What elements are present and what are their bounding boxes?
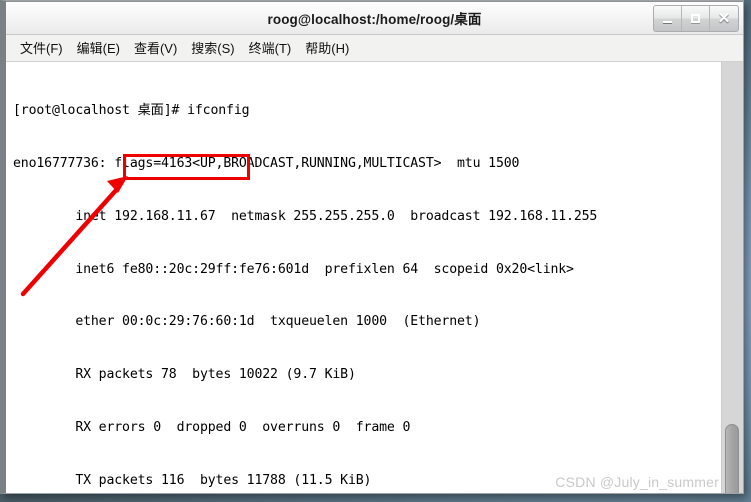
terminal-body[interactable]: [root@localhost 桌面]# ifconfig eno1677773… <box>6 62 743 493</box>
desktop-background: roog@localhost:/home/roog/桌面 ✕ 文件(F) 编辑(… <box>0 0 751 502</box>
terminal-line: eno16777736: flags=4163<UP,BROADCAST,RUN… <box>13 155 520 171</box>
maximize-button[interactable] <box>682 6 710 31</box>
terminal-line: RX packets 78 bytes 10022 (9.7 KiB) <box>13 367 356 383</box>
window-title: roog@localhost:/home/roog/桌面 <box>267 12 482 27</box>
terminal-line: ether 00:0c:29:76:60:1d txqueuelen 1000 … <box>13 314 481 330</box>
minimize-icon <box>663 21 672 23</box>
menu-item-edit[interactable]: 编辑(E) <box>72 36 129 60</box>
terminal-line: [root@localhost 桌面]# ifconfig <box>13 103 250 119</box>
terminal-line: inet6 fe80::20c:29ff:fe76:601d prefixlen… <box>13 261 574 277</box>
window-controls: ✕ <box>653 5 739 32</box>
close-button[interactable]: ✕ <box>710 6 738 31</box>
terminal-scrollbar[interactable] <box>721 62 743 493</box>
window-titlebar[interactable]: roog@localhost:/home/roog/桌面 ✕ <box>6 1 743 35</box>
close-icon: ✕ <box>717 10 731 27</box>
terminal-window: roog@localhost:/home/roog/桌面 ✕ 文件(F) 编辑(… <box>0 0 744 494</box>
menu-item-search[interactable]: 搜索(S) <box>186 36 243 60</box>
scrollbar-thumb[interactable] <box>725 424 739 493</box>
menubar: 文件(F) 编辑(E) 查看(V) 搜索(S) 终端(T) 帮助(H) <box>6 35 743 62</box>
minimize-button[interactable] <box>654 6 682 31</box>
terminal-line: RX errors 0 dropped 0 overruns 0 frame 0 <box>13 419 411 435</box>
menu-item-view[interactable]: 查看(V) <box>129 36 186 60</box>
watermark: CSDN @July_in_summer <box>555 474 719 490</box>
maximize-icon <box>691 14 700 23</box>
menu-item-help[interactable]: 帮助(H) <box>300 36 358 60</box>
terminal-output[interactable]: [root@localhost 桌面]# ifconfig eno1677773… <box>6 62 721 493</box>
terminal-line: inet 192.168.11.67 netmask 255.255.255.0… <box>13 208 598 224</box>
menu-item-file[interactable]: 文件(F) <box>15 36 72 60</box>
menu-item-terminal[interactable]: 终端(T) <box>244 36 301 60</box>
